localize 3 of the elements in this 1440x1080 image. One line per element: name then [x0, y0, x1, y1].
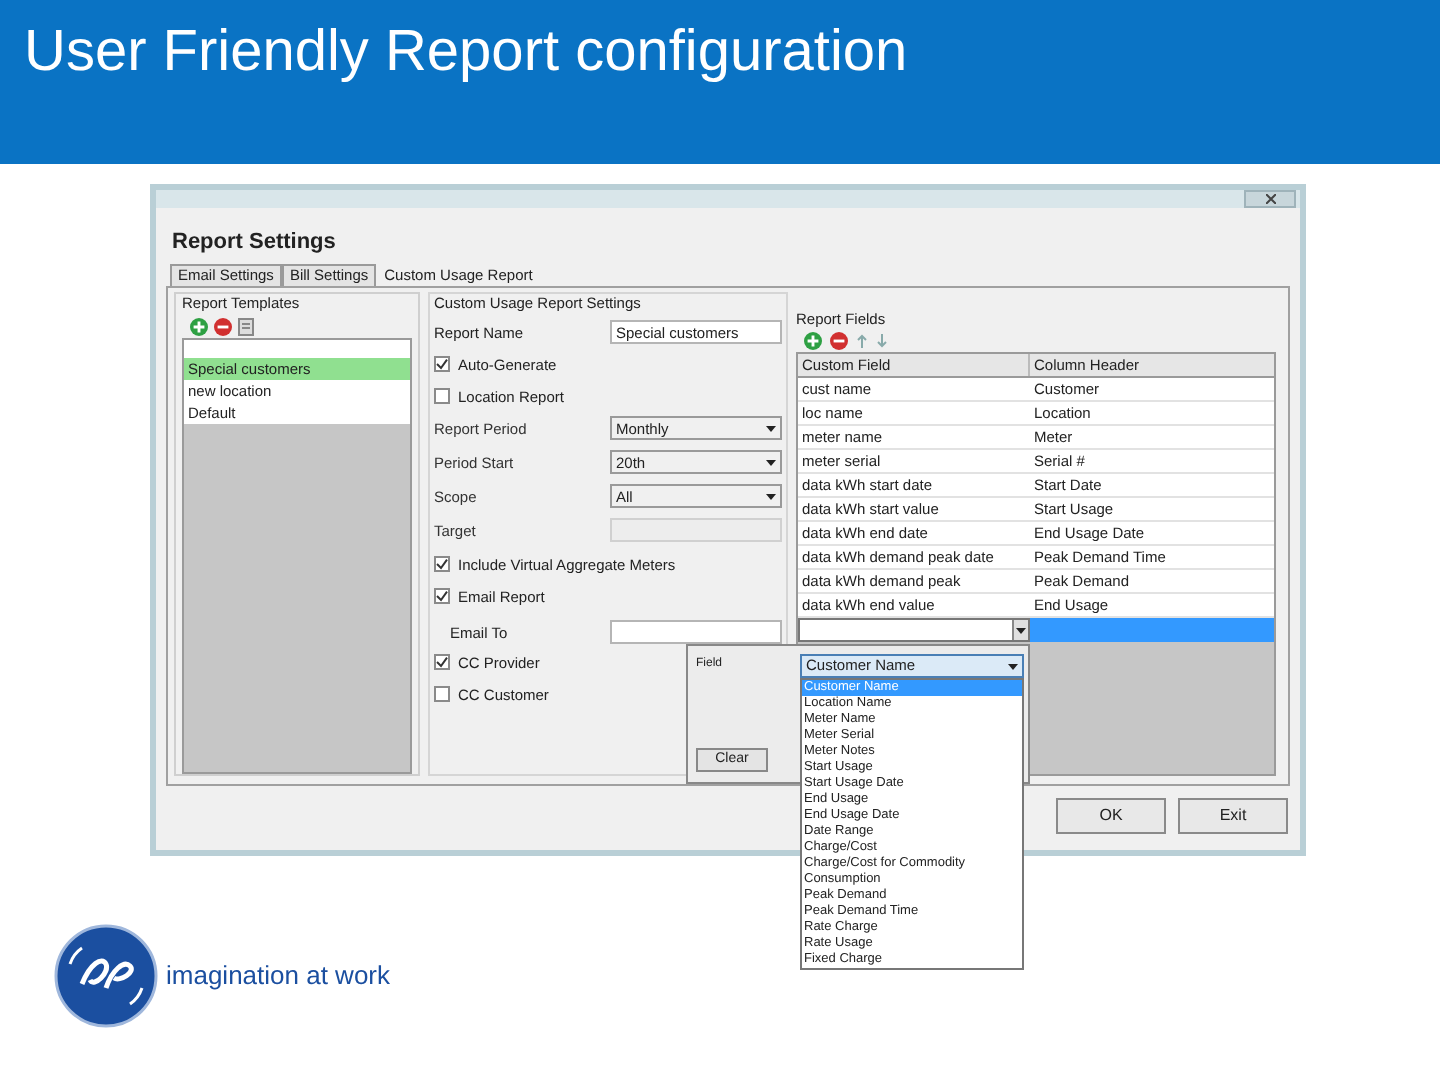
tagline: imagination at work — [166, 958, 390, 995]
slide-title: User Friendly Report configuration — [24, 20, 908, 84]
window-title: Report Settings — [172, 230, 336, 254]
